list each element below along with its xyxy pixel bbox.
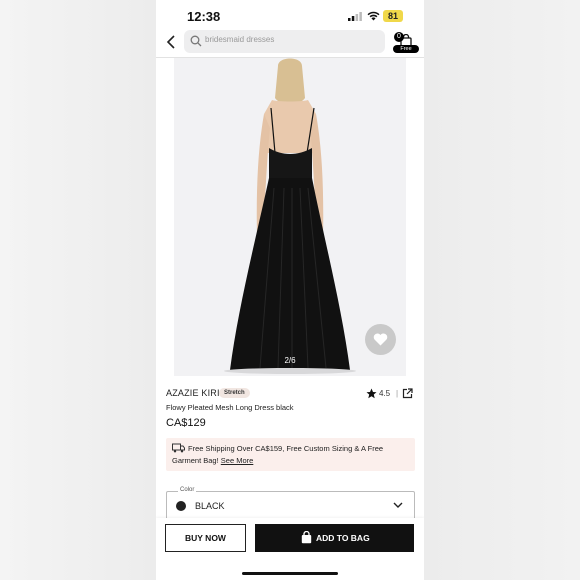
color-value: BLACK bbox=[195, 501, 225, 511]
home-indicator[interactable] bbox=[242, 572, 338, 575]
background-right bbox=[424, 0, 580, 580]
favorite-button[interactable] bbox=[365, 324, 396, 355]
star-icon bbox=[366, 388, 377, 399]
stretch-badge: Stretch bbox=[219, 388, 250, 398]
status-time: 12:38 bbox=[187, 9, 221, 24]
background-left bbox=[0, 0, 156, 580]
shipping-text: Free Shipping Over CA$159, Free Custom S… bbox=[172, 444, 384, 465]
status-bar: 12:38 81 bbox=[156, 0, 424, 32]
color-label: Color bbox=[178, 487, 197, 493]
shopping-bag-button[interactable]: 0 Free bbox=[393, 32, 419, 54]
see-more-link[interactable]: See More bbox=[221, 456, 254, 465]
add-to-bag-label: ADD TO BAG bbox=[316, 533, 370, 543]
chevron-down-icon bbox=[393, 502, 403, 508]
image-pager: 2/6 bbox=[284, 356, 296, 365]
heart-icon bbox=[373, 333, 388, 346]
back-arrow-icon[interactable] bbox=[165, 35, 179, 49]
rating-separator: | bbox=[396, 389, 399, 398]
share-icon[interactable] bbox=[402, 388, 413, 399]
search-input[interactable]: bridesmaid dresses bbox=[205, 35, 274, 44]
color-select[interactable]: BLACK bbox=[166, 491, 415, 520]
product-name: Flowy Pleated Mesh Long Dress black bbox=[166, 403, 294, 412]
signal-icon bbox=[348, 12, 362, 21]
rating-share-row: 4.5 | bbox=[366, 388, 418, 400]
bottom-action-bar: BUY NOW ADD TO BAG bbox=[156, 518, 424, 580]
add-to-bag-button[interactable]: ADD TO BAG bbox=[255, 524, 414, 552]
bag-icon bbox=[301, 531, 312, 544]
bag-count-badge: 0 bbox=[394, 32, 404, 42]
product-brand: AZAZIE KIRI bbox=[166, 388, 220, 398]
battery-indicator: 81 bbox=[383, 10, 403, 22]
wifi-icon bbox=[367, 11, 380, 21]
free-gift-badge: Free bbox=[393, 45, 419, 53]
search-bar[interactable]: bridesmaid dresses bbox=[184, 30, 385, 53]
product-price: CA$129 bbox=[166, 417, 206, 429]
search-icon bbox=[190, 35, 202, 47]
phone-screen: 12:38 81 bridesmaid dresses 0 Free 2/6 A… bbox=[156, 0, 424, 580]
buy-now-button[interactable]: BUY NOW bbox=[165, 524, 246, 552]
rating-value[interactable]: 4.5 bbox=[379, 389, 390, 398]
shipping-text-block: Free Shipping Over CA$159, Free Custom S… bbox=[172, 443, 408, 467]
color-swatch bbox=[176, 501, 186, 511]
product-image[interactable]: 2/6 bbox=[174, 58, 406, 376]
shipping-banner: Free Shipping Over CA$159, Free Custom S… bbox=[166, 438, 415, 471]
